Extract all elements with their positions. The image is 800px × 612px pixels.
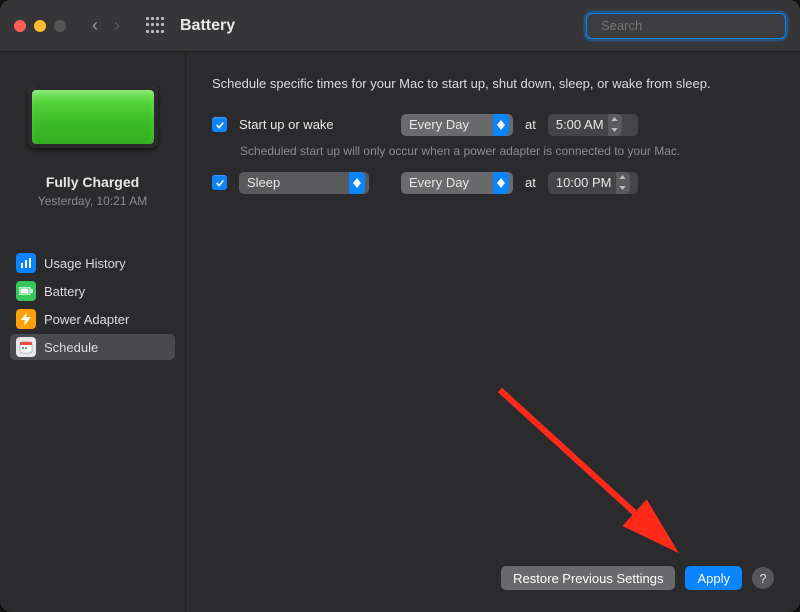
startup-day-select[interactable]: Every Day [401, 114, 513, 136]
search-input[interactable] [601, 18, 777, 33]
chevron-updown-icon [349, 172, 365, 194]
startup-hint: Scheduled start up will only occur when … [240, 144, 774, 158]
startup-time-field[interactable]: 5:00 AM [548, 114, 638, 136]
main-pane: Schedule specific times for your Mac to … [186, 52, 800, 612]
chevron-updown-icon [493, 172, 509, 194]
sidebar-item-label: Power Adapter [44, 312, 129, 327]
at-label: at [525, 117, 536, 132]
sidebar-item-power-adapter[interactable]: Power Adapter [10, 306, 175, 332]
sidebar-item-battery[interactable]: Battery [10, 278, 175, 304]
startup-label: Start up or wake [239, 117, 389, 132]
sleep-time-field[interactable]: 10:00 PM [548, 172, 638, 194]
sidebar-item-schedule[interactable]: Schedule [10, 334, 175, 360]
at-label: at [525, 175, 536, 190]
footer: Restore Previous Settings Apply ? [212, 546, 774, 590]
search-field[interactable] [586, 13, 786, 39]
restore-button[interactable]: Restore Previous Settings [501, 566, 675, 590]
battery-icon [16, 281, 36, 301]
sidebar: Fully Charged Yesterday, 10:21 AM Usage … [0, 52, 186, 612]
system-preferences-window: ‹ › Battery Fully Charged Yesterday, 10:… [0, 0, 800, 612]
help-button[interactable]: ? [752, 567, 774, 589]
time-stepper[interactable] [608, 114, 622, 136]
calendar-icon [16, 337, 36, 357]
sleep-checkbox[interactable] [212, 175, 227, 190]
annotation-arrow-icon [480, 380, 700, 570]
chevron-updown-icon [493, 114, 509, 136]
sidebar-item-label: Schedule [44, 340, 98, 355]
show-all-icon[interactable] [146, 17, 164, 35]
minimize-icon[interactable] [34, 20, 46, 32]
page-title: Battery [180, 17, 235, 35]
close-icon[interactable] [14, 20, 26, 32]
sidebar-item-label: Battery [44, 284, 85, 299]
chart-icon [16, 253, 36, 273]
nav-arrows: ‹ › [92, 15, 120, 36]
time-stepper[interactable] [616, 172, 630, 194]
titlebar: ‹ › Battery [0, 0, 800, 52]
startup-checkbox[interactable] [212, 117, 227, 132]
bolt-icon [16, 309, 36, 329]
battery-status-subtitle: Yesterday, 10:21 AM [10, 194, 175, 208]
zoom-icon[interactable] [54, 20, 66, 32]
sidebar-item-usage-history[interactable]: Usage History [10, 250, 175, 276]
apply-button[interactable]: Apply [685, 566, 742, 590]
sleep-day-select[interactable]: Every Day [401, 172, 513, 194]
back-button[interactable]: ‹ [92, 15, 98, 36]
battery-graphic-icon [28, 86, 158, 148]
window-controls [14, 20, 66, 32]
pane-description: Schedule specific times for your Mac to … [212, 74, 774, 94]
forward-button[interactable]: › [114, 15, 120, 36]
sidebar-item-label: Usage History [44, 256, 126, 271]
battery-status-title: Fully Charged [10, 174, 175, 190]
sleep-action-select[interactable]: Sleep [239, 172, 369, 194]
